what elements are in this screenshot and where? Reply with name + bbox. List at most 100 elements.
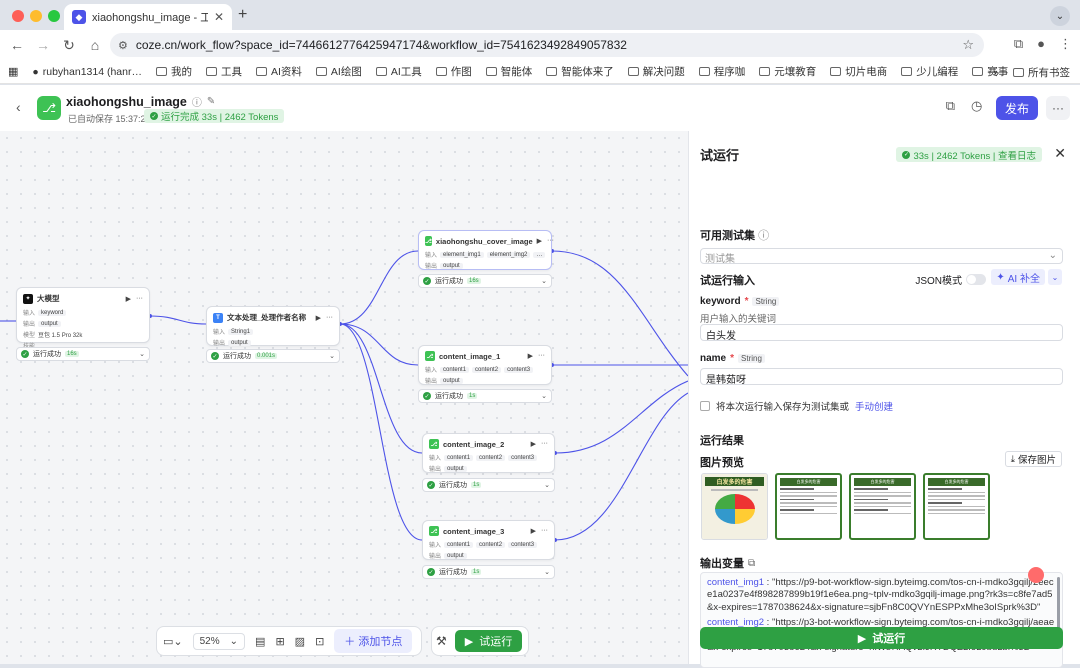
save-images-button[interactable]: ⤓ 保存图片 <box>1004 451 1062 467</box>
info-icon[interactable]: ⓘ <box>192 94 202 109</box>
copy-icon[interactable]: ⧉ <box>946 98 955 114</box>
node-llm-status[interactable]: ✓ 运行成功 16s ⌄ <box>16 347 150 361</box>
node-content-image-3[interactable]: ⎇ content_image_3 ▶ ··· 输入 content1 content2 c… <box>422 520 555 560</box>
preview-image-2[interactable]: 白发多的危害 <box>849 473 916 540</box>
reload-icon[interactable]: ↻ <box>56 37 82 54</box>
node-c2-status[interactable]: ✓ 运行成功 1s ⌄ <box>422 478 555 492</box>
bookmark-folder[interactable]: 元壤教育 <box>759 64 816 79</box>
apps-grid-icon[interactable]: ▦ <box>8 65 18 78</box>
preview-image-3[interactable]: 白发多的危害 <box>923 473 990 540</box>
browser-tab[interactable]: ◆ xiaohongshu_image - 工作流 ✕ <box>64 4 232 30</box>
back-icon[interactable]: ‹ <box>16 99 21 115</box>
run-node-icon[interactable]: ▶ <box>531 440 536 448</box>
close-icon[interactable]: ✕ <box>1054 145 1066 162</box>
output-vars-box[interactable]: content_img1 : "https://p9-bot-workflow-… <box>700 572 1063 668</box>
node-more-icon[interactable]: ··· <box>538 352 545 360</box>
forward-icon[interactable]: → <box>30 37 56 53</box>
json-mode-toggle[interactable]: JSON模式 <box>915 272 986 287</box>
extensions-icon[interactable]: ⧉ <box>1014 36 1023 52</box>
bookmarks-overflow-button[interactable]: » <box>993 67 999 79</box>
workflow-canvas[interactable]: ✦ 大模型 ▶ ··· 输入 keyword 输出 output 模型 豆包 1.5 Pro… <box>0 131 688 664</box>
save-testset-checkbox[interactable] <box>700 401 710 411</box>
node-c1-status[interactable]: ✓ 运行成功 1s ⌄ <box>418 389 552 403</box>
bookmark-star-icon[interactable]: ☆ <box>962 37 974 53</box>
bookmark-folder[interactable]: 作图 <box>435 64 472 79</box>
preview-image-1[interactable]: 白发多的危害 <box>775 473 842 540</box>
manual-create-link[interactable]: 手动创建 <box>855 399 893 413</box>
node-c3-status[interactable]: ✓ 运行成功 1s ⌄ <box>422 565 555 579</box>
keyword-input[interactable]: 白头发 <box>700 324 1063 342</box>
preview-label: 图片预览 <box>700 457 744 469</box>
maximize-window-button[interactable] <box>48 10 60 22</box>
edit-icon[interactable]: ✎ <box>207 96 215 107</box>
preview-image-cover[interactable]: 白发多的危害 <box>701 473 768 540</box>
workflow-icon: ⎇ <box>429 526 439 536</box>
node-llm[interactable]: ✦ 大模型 ▶ ··· 输入 keyword 输出 output 模型 豆包 1.5 Pro… <box>16 287 150 350</box>
tab-search-button[interactable]: ⌄ <box>1050 6 1070 26</box>
address-bar[interactable]: ⚙ coze.cn/work_flow?space_id=74466127764… <box>110 33 984 57</box>
bookmark-folder[interactable]: AI工具 <box>375 64 422 79</box>
bookmark-folder[interactable]: 切片电商 <box>830 64 887 79</box>
back-icon[interactable]: ← <box>4 37 30 53</box>
node-more-icon[interactable]: ··· <box>136 295 143 303</box>
bookmark-folder[interactable]: AI资料 <box>255 64 302 79</box>
image-icon[interactable]: ▨ <box>295 635 305 648</box>
node-text-process[interactable]: T 文本处理_处理作者名称 ▶ ··· 输入 String1 输出 output <box>206 306 340 347</box>
check-icon: ✓ <box>211 352 219 360</box>
history-icon[interactable]: ◷ <box>971 98 982 114</box>
bookmark-folder[interactable]: 少儿编程 <box>901 64 958 79</box>
run-node-icon[interactable]: ▶ <box>537 237 542 245</box>
testset-select[interactable]: 测试集 ⌄ <box>700 248 1063 265</box>
node-content-image-2[interactable]: ⎇ content_image_2 ▶ ··· 输入 content1 content2 c… <box>422 433 555 473</box>
bookmark-folder[interactable]: 智能体来了 <box>546 64 614 79</box>
browser-menu-icon[interactable]: ⋮ <box>1059 36 1072 52</box>
home-icon[interactable]: ⌂ <box>82 37 108 53</box>
minimap-icon[interactable]: ▭⌄ <box>163 635 183 648</box>
new-tab-button[interactable]: + <box>238 6 247 24</box>
bookmark-folder[interactable]: 工具 <box>205 64 242 79</box>
layout-icon[interactable]: ⊞ <box>275 635 284 648</box>
comment-icon[interactable]: ▤ <box>255 635 265 648</box>
tab-close-icon[interactable]: ✕ <box>214 10 224 24</box>
bookmark-folder[interactable]: 解决问题 <box>627 64 685 79</box>
add-node-button[interactable]: ＋ 添加节点 <box>334 629 413 653</box>
run-node-icon[interactable]: ▶ <box>316 314 321 322</box>
zoom-select[interactable]: 52% ⌄ <box>192 632 246 650</box>
run-log-badge[interactable]: ✓ 33s | 2462 Tokens | 查看日志 <box>896 147 1042 162</box>
close-window-button[interactable] <box>12 10 24 22</box>
toggle-switch[interactable] <box>966 274 986 285</box>
folder-icon <box>830 67 842 76</box>
name-input[interactable]: 是韩茹呀 <box>700 368 1063 386</box>
node-more-icon[interactable]: ··· <box>547 237 554 245</box>
ai-fill-button[interactable]: ✦ AI 补全 <box>991 269 1045 285</box>
bookmark-folder[interactable]: 我的 <box>155 64 192 79</box>
node-more-icon[interactable]: ··· <box>541 440 548 448</box>
node-content-image-1[interactable]: ⎇ content_image_1 ▶ ··· 输入 content1 content2 c… <box>418 345 552 385</box>
copy-icon[interactable]: ⧉ <box>748 558 755 569</box>
node-cover-status[interactable]: ✓ 运行成功 16s ⌄ <box>418 274 552 288</box>
node-text-status[interactable]: ✓ 运行成功 0.001s ⌄ <box>206 349 340 363</box>
run-node-icon[interactable]: ▶ <box>531 527 536 535</box>
tools-icon[interactable]: ⚒ <box>436 634 447 648</box>
ai-fill-dropdown[interactable]: ⌄ <box>1048 269 1062 285</box>
run-node-icon[interactable]: ▶ <box>528 352 533 360</box>
run-node-icon[interactable]: ▶ <box>126 295 131 303</box>
node-cover-image[interactable]: ⎇ xiaohongshu_cover_image ▶ ··· 输入 element_i… <box>418 230 554 270</box>
panel-test-run-button[interactable]: ▶ 试运行 <box>700 627 1063 649</box>
mascot-icon[interactable] <box>1028 567 1044 583</box>
minimize-window-button[interactable] <box>30 10 42 22</box>
node-more-icon[interactable]: ··· <box>326 314 333 322</box>
publish-button[interactable]: 发布 <box>996 96 1038 120</box>
site-info-icon[interactable]: ⚙ <box>118 39 128 52</box>
more-button[interactable]: ··· <box>1046 96 1070 120</box>
node-more-icon[interactable]: ··· <box>541 527 548 535</box>
bookmark-folder[interactable]: 程序咖 <box>698 64 745 79</box>
folder-icon <box>901 67 913 76</box>
fit-view-icon[interactable]: ⊡ <box>315 635 324 648</box>
extension-pin-icon[interactable]: ● <box>1037 36 1045 52</box>
all-bookmarks-folder[interactable]: 所有书签 <box>1013 65 1070 80</box>
bookmark-folder[interactable]: AI绘图 <box>315 64 362 79</box>
bookmark-folder[interactable]: 智能体 <box>485 64 532 79</box>
bookmark-item[interactable]: ● rubyhan1314 (hanr… <box>32 66 142 78</box>
test-run-button[interactable]: ▶ 试运行 <box>454 630 523 652</box>
